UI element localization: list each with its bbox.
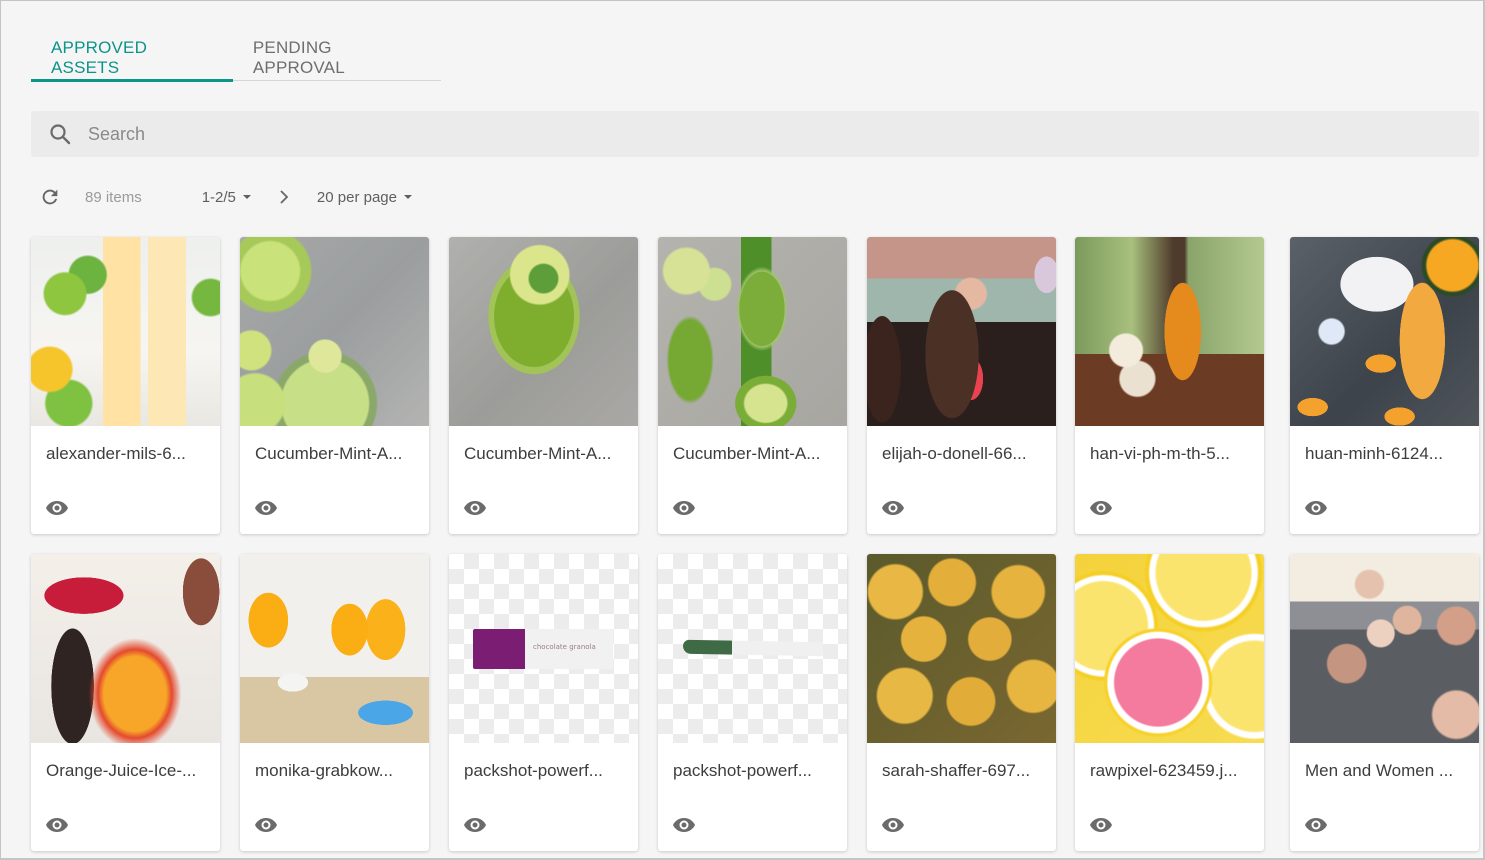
asset-card[interactable]: Cucumber-Mint-A... (449, 237, 638, 534)
asset-thumbnail[interactable] (1290, 237, 1479, 426)
page-range-label: 1-2/5 (201, 188, 236, 206)
asset-thumbnail[interactable] (1075, 554, 1264, 743)
list-toolbar: 89 items 1-2/5 20 per page (39, 185, 412, 209)
asset-card[interactable]: elijah-o-donell-66... (867, 237, 1056, 534)
eye-icon[interactable] (1089, 813, 1113, 837)
asset-card[interactable]: chocolate granola packshot-powerf... (449, 554, 638, 851)
asset-card[interactable]: Cucumber-Mint-A... (658, 237, 847, 534)
search-bar (31, 111, 1479, 157)
asset-card[interactable]: rawpixel-623459.j... (1075, 554, 1264, 851)
asset-card[interactable]: alexander-mils-6... (31, 237, 220, 534)
product-packshot: chocolate granola (473, 629, 613, 669)
asset-name: Cucumber-Mint-A... (673, 444, 821, 463)
asset-thumbnail[interactable] (240, 237, 429, 426)
eye-icon[interactable] (1089, 496, 1113, 520)
per-page-dropdown[interactable]: 20 per page (317, 189, 412, 206)
asset-thumbnail[interactable] (449, 237, 638, 426)
tab-pending-approval[interactable]: PENDING APPROVAL (233, 34, 441, 81)
asset-card[interactable]: packshot-powerf... (658, 554, 847, 851)
caret-down-icon (242, 195, 251, 199)
product-label: chocolate granola (533, 643, 596, 651)
asset-name: han-vi-ph-m-th-5... (1090, 444, 1230, 463)
asset-thumbnail[interactable] (867, 237, 1056, 426)
asset-name: elijah-o-donell-66... (882, 444, 1027, 463)
eye-icon[interactable] (254, 496, 278, 520)
asset-thumbnail[interactable] (31, 554, 220, 743)
asset-name: Cucumber-Mint-A... (255, 444, 403, 463)
eye-icon[interactable] (672, 496, 696, 520)
asset-card[interactable]: monika-grabkow... (240, 554, 429, 851)
eye-icon[interactable] (672, 813, 696, 837)
asset-name: huan-minh-6124... (1305, 444, 1443, 463)
asset-tabs: APPROVED ASSETS PENDING APPROVAL (31, 34, 441, 82)
eye-icon[interactable] (463, 813, 487, 837)
asset-card[interactable]: Men and Women ... (1290, 554, 1479, 851)
asset-thumbnail[interactable] (1075, 237, 1264, 426)
asset-thumbnail[interactable] (867, 554, 1056, 743)
page-range-dropdown[interactable]: 1-2/5 (202, 189, 251, 206)
eye-icon[interactable] (254, 813, 278, 837)
product-packshot (682, 639, 824, 657)
asset-name: Cucumber-Mint-A... (464, 444, 612, 463)
asset-name: Men and Women ... (1305, 761, 1454, 780)
asset-thumbnail[interactable]: chocolate granola (449, 554, 638, 743)
search-icon[interactable] (48, 122, 72, 146)
eye-icon[interactable] (463, 496, 487, 520)
asset-card[interactable]: Cucumber-Mint-A... (240, 237, 429, 534)
asset-thumbnail[interactable] (658, 554, 847, 743)
asset-name: Orange-Juice-Ice-... (46, 761, 197, 780)
asset-name: monika-grabkow... (255, 761, 393, 780)
eye-icon[interactable] (45, 496, 69, 520)
asset-thumbnail[interactable] (240, 554, 429, 743)
eye-icon[interactable] (1304, 813, 1328, 837)
asset-thumbnail[interactable] (1290, 554, 1479, 743)
asset-name: sarah-shaffer-697... (882, 761, 1031, 780)
asset-card[interactable]: sarah-shaffer-697... (867, 554, 1056, 851)
tab-approved-assets[interactable]: APPROVED ASSETS (31, 34, 233, 82)
asset-thumbnail[interactable] (31, 237, 220, 426)
refresh-icon[interactable] (39, 186, 61, 208)
caret-down-icon (403, 195, 412, 199)
eye-icon[interactable] (881, 496, 905, 520)
asset-card[interactable]: han-vi-ph-m-th-5... (1075, 237, 1264, 534)
eye-icon[interactable] (45, 813, 69, 837)
asset-name: alexander-mils-6... (46, 444, 186, 463)
asset-card[interactable]: huan-minh-6124... (1290, 237, 1479, 534)
item-count: 89 items (85, 188, 142, 206)
chevron-right-icon[interactable] (277, 189, 291, 205)
eye-icon[interactable] (1304, 496, 1328, 520)
asset-name: packshot-powerf... (464, 761, 603, 780)
eye-icon[interactable] (881, 813, 905, 837)
asset-name: rawpixel-623459.j... (1090, 761, 1238, 780)
asset-name: packshot-powerf... (673, 761, 812, 780)
per-page-label: 20 per page (316, 188, 397, 206)
asset-card[interactable]: Orange-Juice-Ice-... (31, 554, 220, 851)
search-input[interactable] (88, 123, 1438, 145)
asset-thumbnail[interactable] (658, 237, 847, 426)
